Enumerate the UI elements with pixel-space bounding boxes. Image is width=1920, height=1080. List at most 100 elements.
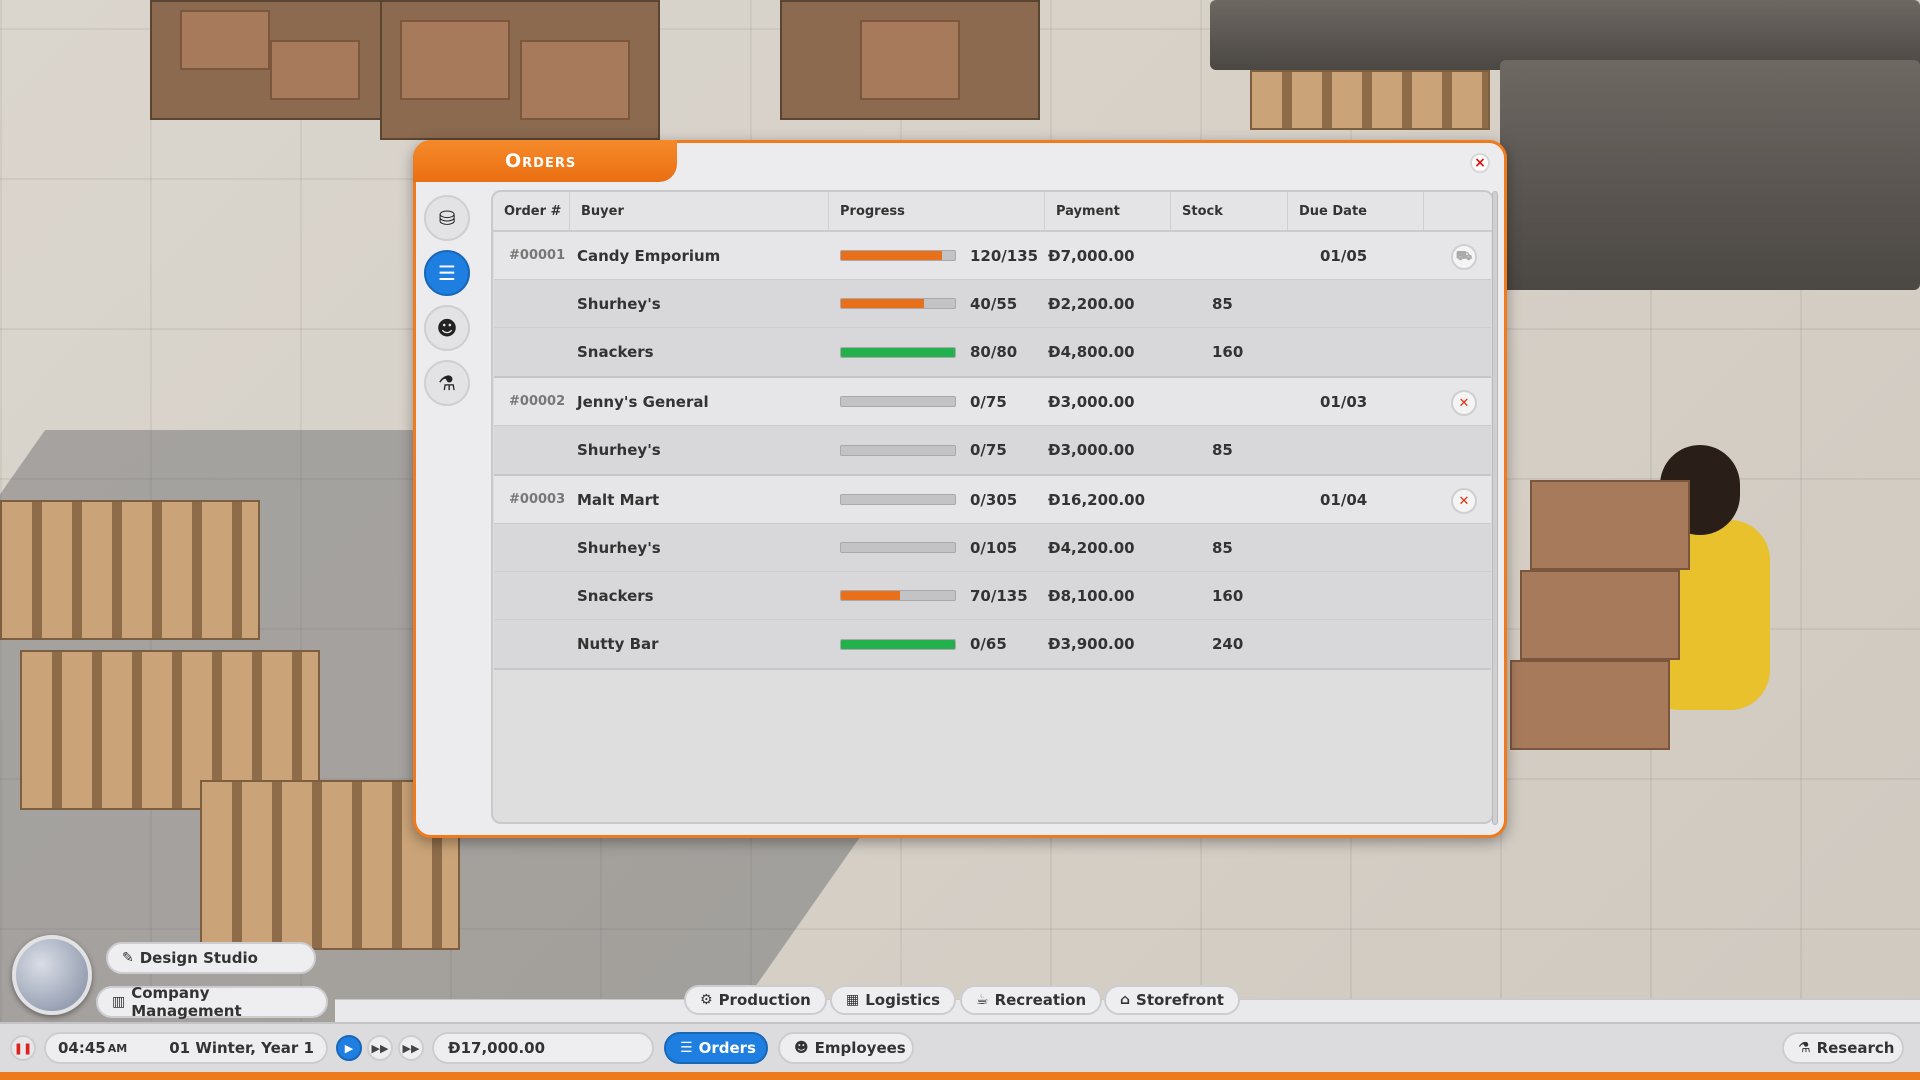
- order-group: #00001 Candy Emporium 120/135 Đ7,000.00 01/0…: [494, 232, 1491, 378]
- product-name: Snackers: [577, 343, 654, 361]
- payment-value: Đ16,200.00: [1048, 490, 1146, 509]
- tab-logistics-label: Logistics: [865, 991, 941, 1009]
- people-icon[interactable]: ☻: [424, 305, 470, 351]
- stock-value: 160: [1212, 343, 1244, 361]
- stock-value: 85: [1212, 294, 1233, 313]
- payment-value: Đ4,200.00: [1048, 538, 1135, 557]
- wood-pallet: [0, 500, 260, 640]
- progress-qty: 0/75: [970, 392, 1007, 411]
- orders-button-label: Orders: [698, 1039, 756, 1057]
- employees-button-label: Employees: [814, 1039, 906, 1057]
- tab-storefront[interactable]: ⌂ Storefront: [1104, 985, 1240, 1015]
- progress-qty: 70/135: [970, 586, 1028, 605]
- order-id: #00003: [509, 492, 566, 507]
- clock-time: 04:45: [58, 1039, 106, 1057]
- employees-button[interactable]: ☻ Employees: [778, 1032, 914, 1064]
- coins-icon[interactable]: ⛁: [424, 195, 470, 241]
- close-icon[interactable]: ×: [1470, 153, 1490, 173]
- tab-logistics[interactable]: ▦ Logistics: [830, 985, 957, 1015]
- company-management-button[interactable]: ▥ Company Management: [96, 984, 328, 1020]
- stock-value: 85: [1212, 441, 1233, 459]
- col-progress[interactable]: Progress: [829, 192, 1045, 230]
- tab-production-label: Production: [718, 991, 811, 1009]
- conveyor-belt: [1500, 60, 1920, 290]
- crate: [270, 40, 360, 100]
- clock-ampm: AM: [107, 1041, 128, 1055]
- tab-production[interactable]: ⚙ Production: [684, 985, 827, 1015]
- carried-crate: [1510, 660, 1670, 750]
- progress-qty: 120/135: [970, 246, 1039, 265]
- clipboard-icon: ☰: [680, 1040, 693, 1056]
- flask-icon[interactable]: ⚗: [424, 360, 470, 406]
- flask-icon: ⚗: [1798, 1040, 1811, 1056]
- col-stock[interactable]: Stock: [1171, 192, 1288, 230]
- window-title: Orders: [413, 140, 677, 182]
- tab-storefront-label: Storefront: [1136, 991, 1224, 1009]
- col-due-date[interactable]: Due Date: [1288, 192, 1424, 230]
- progress-bar: [840, 346, 956, 358]
- orders-table: Order # Buyer Progress Payment Stock Due…: [491, 190, 1494, 824]
- orders-button[interactable]: ☰ Orders: [664, 1032, 768, 1064]
- building-icon: ▥: [112, 994, 126, 1010]
- col-order[interactable]: Order #: [493, 192, 570, 230]
- progress-cell: 70/135: [836, 587, 1046, 605]
- due-date: 01/03: [1320, 392, 1368, 411]
- window-sidebar: ⛁ ☰ ☻ ⚗: [424, 195, 474, 415]
- order-row[interactable]: #00003 Malt Mart 0/305 Đ16,200.00 01/04 ✕: [494, 476, 1491, 524]
- crate: [180, 10, 270, 70]
- col-actions: [1424, 192, 1492, 230]
- product-name: Shurhey's: [577, 441, 661, 459]
- order-row[interactable]: #00001 Candy Emporium 120/135 Đ7,000.00 01/0…: [494, 232, 1491, 280]
- clock-date-display: 04:45 AM 01 Winter, Year 1: [44, 1032, 328, 1064]
- crate: [860, 20, 960, 100]
- progress-cell: 80/80: [836, 343, 1046, 361]
- order-row[interactable]: #00002 Jenny's General 0/75 Đ3,000.00 01/03 ✕: [494, 378, 1491, 426]
- buyer-name: Malt Mart: [577, 490, 660, 509]
- order-item-row: Shurhey's 0/75 Đ3,000.00 85: [494, 426, 1491, 474]
- cancel-icon[interactable]: ✕: [1451, 390, 1477, 416]
- scrollbar[interactable]: [1492, 191, 1498, 825]
- progress-cell: 0/75: [836, 441, 1046, 459]
- globe-icon[interactable]: [12, 935, 92, 1015]
- research-button-label: Research: [1816, 1039, 1895, 1057]
- crate: [400, 20, 510, 100]
- order-item-row: Shurhey's 40/55 Đ2,200.00 85: [494, 280, 1491, 328]
- progress-fill: [841, 347, 955, 357]
- order-item-row: Nutty Bar 0/65 Đ3,900.00 240: [494, 620, 1491, 668]
- due-date: 01/05: [1320, 246, 1368, 265]
- pause-icon[interactable]: ❚❚: [10, 1035, 36, 1061]
- design-studio-button[interactable]: ✎ Design Studio: [106, 942, 316, 974]
- truck-icon[interactable]: ⛟: [1451, 244, 1477, 270]
- wood-pallet: [1250, 70, 1490, 130]
- col-payment[interactable]: Payment: [1045, 192, 1171, 230]
- progress-cell: 0/305: [836, 491, 1046, 509]
- progress-fill: [841, 591, 901, 600]
- payment-value: Đ7,000.00: [1048, 246, 1135, 265]
- table-header: Order # Buyer Progress Payment Stock Due…: [493, 192, 1492, 232]
- tab-recreation[interactable]: ☕ Recreation: [960, 985, 1103, 1015]
- orders-body: #00001 Candy Emporium 120/135 Đ7,000.00 01/0…: [493, 232, 1492, 670]
- product-name: Shurhey's: [577, 538, 661, 557]
- fastest-forward-icon[interactable]: ▶▶: [398, 1035, 424, 1061]
- stock-value: 240: [1212, 635, 1244, 653]
- payment-value: Đ2,200.00: [1048, 294, 1135, 313]
- buyer-name: Jenny's General: [577, 392, 709, 411]
- progress-cell: 0/75: [836, 393, 1046, 411]
- tab-recreation-label: Recreation: [994, 991, 1087, 1009]
- research-button[interactable]: ⚗ Research: [1782, 1032, 1904, 1064]
- progress-bar: [840, 250, 956, 261]
- play-icon[interactable]: ▶: [336, 1035, 362, 1061]
- progress-bar: [840, 396, 956, 407]
- progress-qty: 0/105: [970, 538, 1018, 557]
- buyer-name: Candy Emporium: [577, 246, 721, 265]
- progress-cell: 0/105: [836, 539, 1046, 557]
- payment-value: Đ8,100.00: [1048, 586, 1135, 605]
- payment-value: Đ3,900.00: [1048, 635, 1135, 653]
- money-amount: Đ17,000.00: [448, 1039, 546, 1057]
- cancel-icon[interactable]: ✕: [1451, 488, 1477, 514]
- col-buyer[interactable]: Buyer: [570, 192, 829, 230]
- progress-qty: 0/65: [970, 635, 1007, 653]
- progress-bar: [840, 590, 956, 601]
- clipboard-icon[interactable]: ☰: [424, 250, 470, 296]
- fast-forward-icon[interactable]: ▶▶: [367, 1035, 393, 1061]
